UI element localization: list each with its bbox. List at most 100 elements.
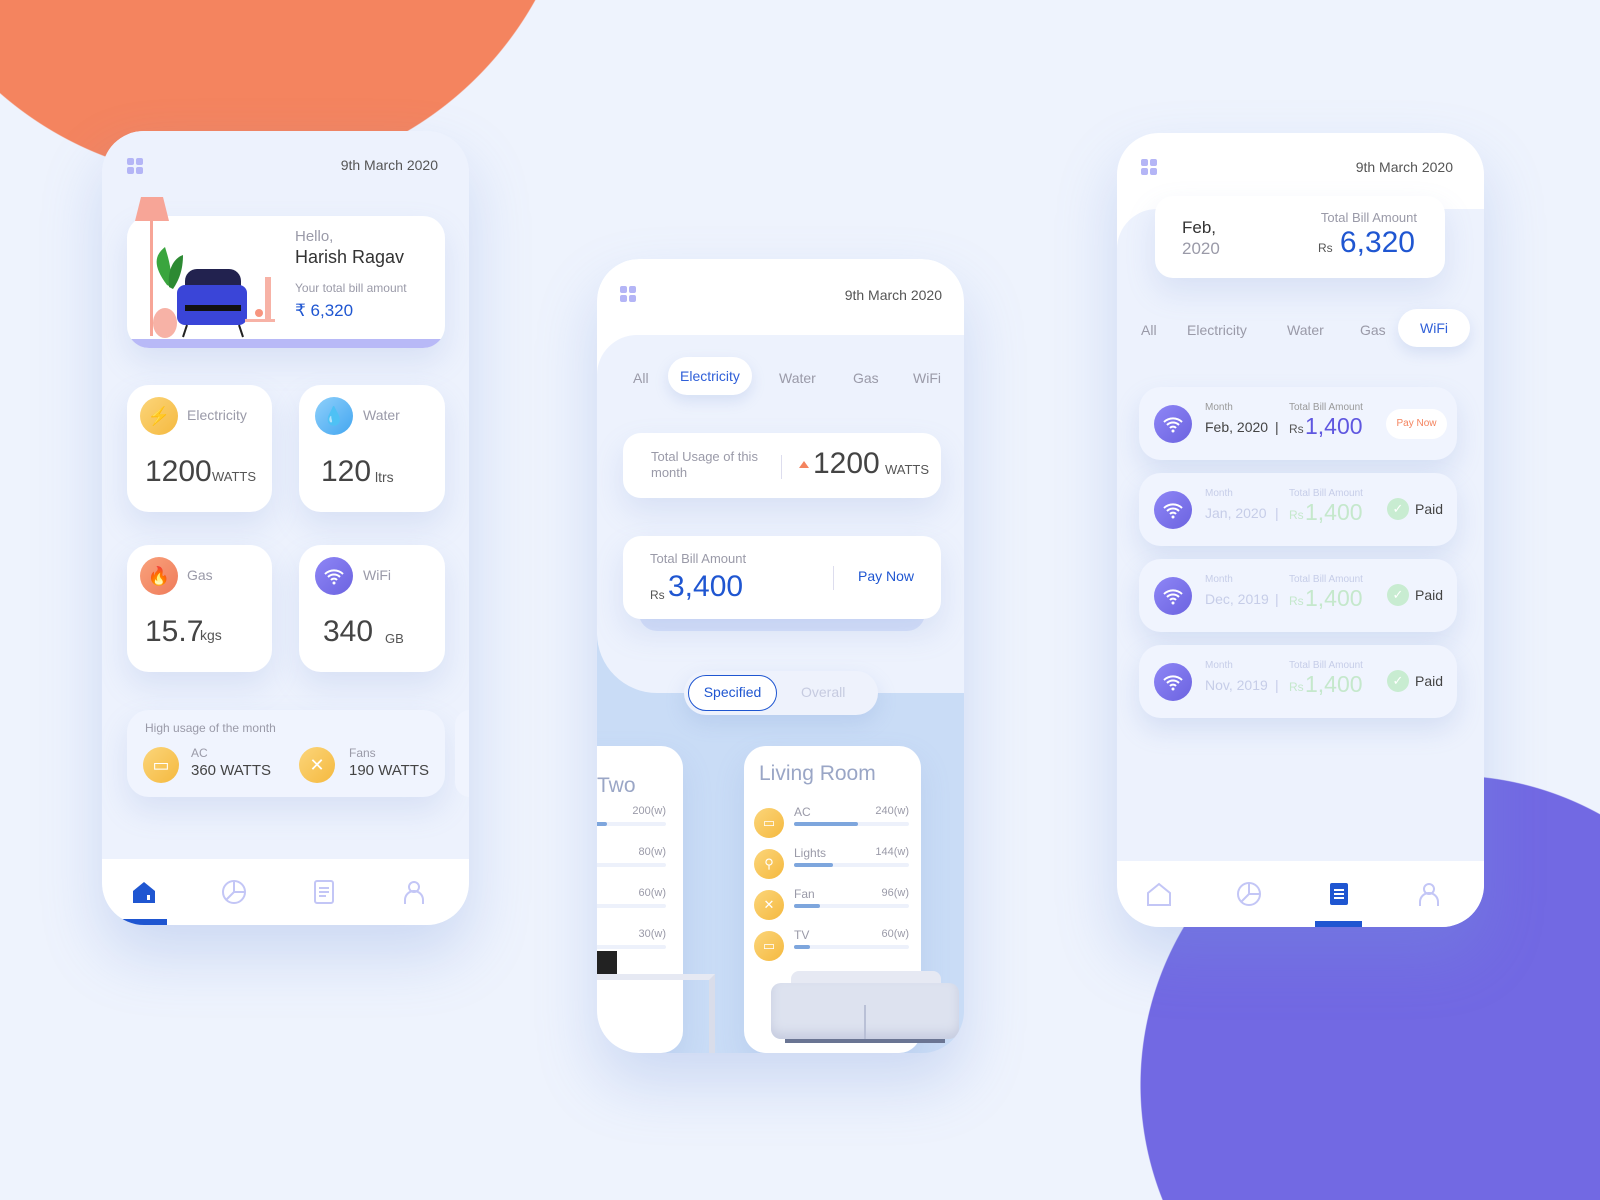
separator: |: [1275, 591, 1279, 607]
tile-unit: ltrs: [375, 469, 394, 485]
tile-value: 340: [323, 615, 374, 648]
wifi-icon: [1154, 577, 1192, 615]
wifi-icon: [1154, 405, 1192, 443]
document-icon[interactable]: [1326, 881, 1352, 907]
wifi-icon: [315, 557, 353, 595]
tile-label: Gas: [187, 567, 213, 583]
bill-month: Jan, 2020: [1205, 505, 1267, 521]
next-card-peek[interactable]: [455, 710, 469, 797]
usage-bar: [794, 822, 909, 826]
usage-bar: [794, 945, 909, 949]
total-usage-card: Total Usage of this month 1200 WATTS: [623, 433, 941, 498]
room-name: Living Room: [759, 762, 876, 785]
room-card-two[interactable]: Two 200(w) 80(w) 60(w) 30(w): [597, 746, 715, 1053]
wifi-tile[interactable]: WiFi 340 GB: [299, 545, 445, 672]
toggle-overall[interactable]: Overall: [801, 684, 845, 700]
home-screen: 9th March 2020 Hello, Harish Ragav Your …: [102, 131, 469, 925]
user-name: Harish Ragav: [295, 247, 405, 267]
profile-icon[interactable]: [401, 879, 427, 905]
appliance-watts: 30(w): [638, 928, 666, 940]
currency: Rs: [1289, 680, 1304, 694]
paid-status: Paid: [1415, 673, 1444, 689]
appliance-label: Fan: [794, 887, 815, 901]
water-drop-icon: 💧: [315, 397, 353, 435]
bottom-nav: [1117, 861, 1484, 927]
check-icon: ✓: [1387, 498, 1409, 520]
bill-row[interactable]: Month Nov, 2019 | Total Bill Amount Rs 1…: [1139, 645, 1457, 718]
active-nav-indicator: [102, 919, 167, 925]
tab-all[interactable]: All: [633, 370, 649, 386]
pay-now-button[interactable]: Pay Now: [1386, 409, 1447, 439]
menu-grid-icon[interactable]: [620, 286, 636, 302]
tile-value: 120: [321, 455, 372, 488]
bill-row[interactable]: Month Feb, 2020 | Total Bill Amount Rs 1…: [1139, 387, 1457, 460]
tab-gas[interactable]: Gas: [853, 370, 879, 386]
sofa-image: [771, 971, 959, 1047]
appliance-watts: 60(w): [881, 928, 909, 940]
tab-water[interactable]: Water: [1287, 322, 1324, 338]
bills-screen: 9th March 2020 Feb, 2020 Total Bill Amou…: [1117, 133, 1484, 927]
wifi-icon: [1154, 663, 1192, 701]
tab-water[interactable]: Water: [779, 370, 816, 386]
date-label: 9th March 2020: [844, 287, 942, 303]
amount-label: Total Bill Amount: [1289, 488, 1363, 499]
gas-tile[interactable]: 🔥 Gas 15.7 kgs: [127, 545, 272, 672]
bill-row[interactable]: Month Dec, 2019 | Total Bill Amount Rs 1…: [1139, 559, 1457, 632]
pie-chart-icon[interactable]: [1236, 881, 1262, 907]
appliance-label: AC: [794, 805, 811, 819]
tab-electricity[interactable]: Electricity: [1187, 322, 1247, 338]
amount-label: Total Bill Amount: [1289, 402, 1363, 413]
menu-grid-icon[interactable]: [127, 158, 143, 174]
month-label: Month: [1205, 574, 1233, 585]
tile-label: Water: [363, 407, 400, 423]
month-label: Month: [1205, 402, 1233, 413]
paid-status: Paid: [1415, 587, 1444, 603]
currency: Rs: [650, 588, 665, 602]
tab-all[interactable]: All: [1141, 322, 1157, 338]
usage-bar: [597, 822, 666, 826]
currency: Rs: [1289, 508, 1304, 522]
electricity-tile[interactable]: ⚡ Electricity 1200 WATTS: [127, 385, 272, 512]
desk-image: [597, 974, 715, 1053]
bill-label: Total Bill Amount: [650, 551, 747, 566]
pay-now-button[interactable]: Pay Now: [858, 568, 914, 584]
toggle-specified[interactable]: Specified: [688, 675, 777, 711]
menu-grid-icon[interactable]: [1141, 159, 1157, 175]
tab-gas[interactable]: Gas: [1360, 322, 1386, 338]
profile-icon[interactable]: [1416, 881, 1442, 907]
date-label: 9th March 2020: [340, 157, 438, 173]
bill-row[interactable]: Month Jan, 2020 | Total Bill Amount Rs 1…: [1139, 473, 1457, 546]
bill-amount: 1,400: [1305, 585, 1363, 611]
divider: [781, 455, 782, 479]
home-icon[interactable]: [1146, 881, 1172, 907]
document-icon[interactable]: [311, 879, 337, 905]
tab-electricity[interactable]: Electricity: [668, 357, 752, 395]
appliance-icon: ⚲: [754, 849, 784, 879]
appliance-label: TV: [794, 928, 810, 942]
home-icon[interactable]: [131, 879, 157, 905]
flame-icon: 🔥: [140, 557, 178, 595]
tile-unit: kgs: [200, 627, 222, 643]
tab-wifi[interactable]: WiFi: [913, 370, 941, 386]
divider: [833, 566, 834, 590]
usage-item-value: 360 WATTS: [191, 762, 272, 779]
bill-amount: 1,400: [1305, 499, 1363, 525]
usage-item-label: AC: [191, 746, 208, 760]
usage-value: 1200: [813, 447, 880, 480]
view-toggle: Specified Overall: [684, 671, 878, 715]
separator: |: [1275, 677, 1279, 693]
pie-chart-icon[interactable]: [221, 879, 247, 905]
usage-bar: [597, 863, 666, 867]
water-tile[interactable]: 💧 Water 120 ltrs: [299, 385, 445, 512]
appliance-icon: ▭: [754, 808, 784, 838]
bottom-nav: [102, 859, 469, 925]
bill-month: Feb, 2020: [1205, 419, 1269, 435]
ac-icon: ▭: [143, 747, 179, 783]
bill-amount: ₹ 6,320: [295, 301, 354, 320]
currency: Rs: [1289, 422, 1304, 436]
tile-label: WiFi: [363, 567, 391, 583]
total-bill-card: Total Bill Amount Rs 3,400 Pay Now: [623, 536, 941, 619]
summary-label: Total Bill Amount: [1320, 210, 1417, 225]
appliance-label: Lights: [794, 846, 827, 860]
tab-wifi[interactable]: WiFi: [1398, 309, 1470, 347]
